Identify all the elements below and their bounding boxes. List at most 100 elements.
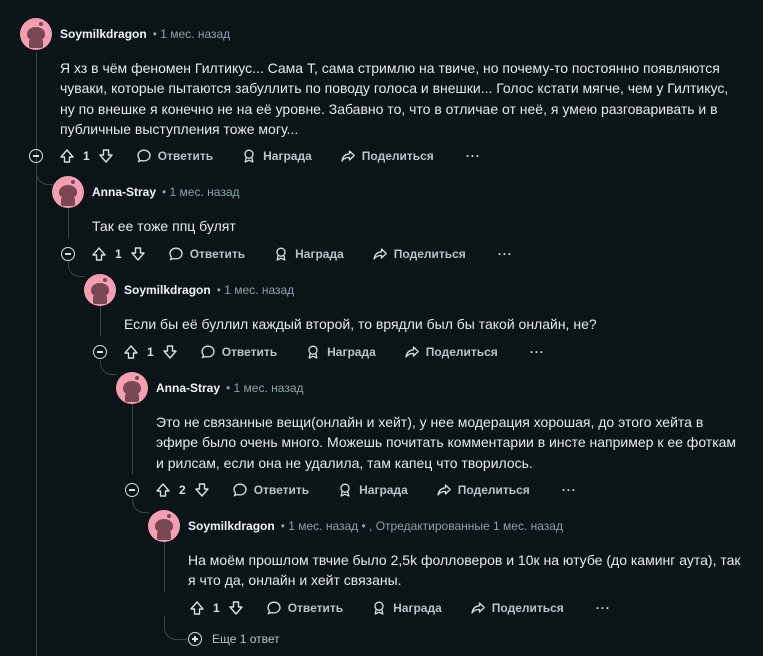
- reply-label: Ответить: [287, 601, 344, 615]
- comment-header: Soymilkdragon • 1 мес. назад: [84, 274, 597, 306]
- award-label: Награда: [393, 601, 442, 615]
- more-options-icon[interactable]: ···: [562, 483, 577, 497]
- award-label: Награда: [359, 483, 408, 497]
- award-label: Награда: [327, 345, 376, 359]
- more-options-icon[interactable]: ···: [466, 149, 481, 163]
- author-name[interactable]: Anna-Stray: [92, 185, 156, 199]
- more-options-icon[interactable]: ···: [596, 601, 611, 615]
- share-label: Поделиться: [361, 149, 434, 163]
- award-button[interactable]: Награда: [273, 246, 344, 262]
- comment-timestamp: • 1 мес. назад: [152, 27, 231, 41]
- more-options-icon[interactable]: ···: [498, 247, 513, 261]
- downvote-icon[interactable]: [162, 344, 178, 360]
- chat-bubble-icon: [169, 247, 183, 261]
- award-button[interactable]: Награда: [337, 482, 408, 498]
- reply-button[interactable]: Ответить: [168, 246, 245, 262]
- vote-controls: 1: [189, 600, 244, 616]
- avatar[interactable]: [52, 176, 84, 208]
- award-icon: [276, 247, 286, 261]
- share-button[interactable]: Поделиться: [470, 600, 564, 616]
- upvote-icon[interactable]: [189, 600, 205, 616]
- comment-timestamp: • 1 мес. назад: [226, 381, 304, 395]
- comment-3: Soymilkdragon • 1 мес. назад Если бы её …: [84, 274, 597, 334]
- vote-count: 1: [83, 149, 90, 163]
- thread-elbow-2: [36, 170, 53, 185]
- vote-count: 1: [115, 247, 122, 261]
- comment-2: Anna-Stray • 1 мес. назад Так ее тоже пп…: [52, 176, 240, 236]
- comment-header: Soymilkdragon • 1 мес. назад • , Отредак…: [148, 510, 741, 542]
- collapse-icon[interactable]: [125, 483, 139, 497]
- comment-body: Так ее тоже ппц булят: [92, 218, 236, 234]
- avatar[interactable]: [148, 510, 180, 542]
- share-icon: [405, 346, 419, 358]
- chat-bubble-icon: [233, 483, 247, 497]
- share-icon: [341, 150, 355, 162]
- comment-body: На моём прошлом твчие было 2,5k фолловер…: [188, 552, 741, 589]
- upvote-icon[interactable]: [123, 344, 139, 360]
- share-label: Поделиться: [425, 345, 498, 359]
- comment-5: Soymilkdragon • 1 мес. назад • , Отредак…: [148, 510, 741, 591]
- share-label: Поделиться: [491, 601, 564, 615]
- comment-body: Это не связанные вещи(онлайн и хейт), у …: [156, 414, 737, 471]
- vote-count: 1: [147, 345, 154, 359]
- award-icon: [308, 345, 318, 359]
- comment-body: Я хз в чём феномен Гилтикус... Сама Т, с…: [60, 60, 729, 138]
- more-replies-button[interactable]: Еще 1 ответ: [188, 632, 280, 646]
- thread-elbow-more: [164, 616, 187, 640]
- author-name[interactable]: Soymilkdragon: [60, 27, 147, 41]
- downvote-icon[interactable]: [194, 482, 210, 498]
- comment-header: Anna-Stray • 1 мес. назад: [116, 372, 736, 404]
- downvote-icon[interactable]: [98, 148, 114, 164]
- share-button[interactable]: Поделиться: [340, 148, 434, 164]
- comment-timestamp: • 1 мес. назад • , Отредактированные 1 м…: [280, 519, 563, 533]
- award-icon: [340, 483, 350, 497]
- vote-controls: 1: [59, 148, 114, 164]
- avatar[interactable]: [116, 372, 148, 404]
- downvote-icon[interactable]: [228, 600, 244, 616]
- share-label: Поделиться: [393, 247, 466, 261]
- avatar[interactable]: [20, 18, 52, 50]
- award-label: Награда: [295, 247, 344, 261]
- share-button[interactable]: Поделиться: [404, 344, 498, 360]
- downvote-icon[interactable]: [130, 246, 146, 262]
- comment-actions-5: 1 Ответить Награда Поделиться ···: [189, 592, 611, 624]
- collapse-icon[interactable]: [29, 149, 43, 163]
- reply-button[interactable]: Ответить: [136, 148, 213, 164]
- author-name[interactable]: Soymilkdragon: [124, 283, 211, 297]
- award-button[interactable]: Награда: [371, 600, 442, 616]
- award-button[interactable]: Награда: [241, 148, 312, 164]
- comment-1: Soymilkdragon • 1 мес. назад Я хз в чём …: [20, 18, 728, 140]
- award-label: Награда: [263, 149, 312, 163]
- avatar[interactable]: [84, 274, 116, 306]
- chat-bubble-icon: [201, 345, 215, 359]
- upvote-icon[interactable]: [155, 482, 171, 498]
- comment-body: Если бы её буллил каждый второй, то вряд…: [124, 316, 597, 332]
- comment-actions-1: 1 Ответить Награда Поделиться ···: [29, 140, 481, 172]
- reply-label: Ответить: [157, 149, 214, 163]
- collapse-icon[interactable]: [61, 247, 75, 261]
- comment-4: Anna-Stray • 1 мес. назад Это не связанн…: [116, 372, 736, 473]
- more-replies-label: Еще 1 ответ: [212, 632, 280, 646]
- share-button[interactable]: Поделиться: [436, 482, 530, 498]
- comment-thread: Soymilkdragon • 1 мес. назад Я хз в чём …: [0, 0, 763, 656]
- share-button[interactable]: Поделиться: [372, 246, 466, 262]
- chat-bubble-icon: [267, 601, 281, 615]
- reply-label: Ответить: [221, 345, 278, 359]
- comment-timestamp: • 1 мес. назад: [216, 283, 295, 297]
- reply-label: Ответить: [189, 247, 246, 261]
- award-button[interactable]: Награда: [305, 344, 376, 360]
- upvote-icon[interactable]: [59, 148, 75, 164]
- share-label: Поделиться: [457, 483, 530, 497]
- author-name[interactable]: Anna-Stray: [156, 381, 220, 395]
- upvote-icon[interactable]: [91, 246, 107, 262]
- reply-button[interactable]: Ответить: [232, 482, 309, 498]
- vote-controls: 2: [155, 482, 210, 498]
- share-icon: [471, 602, 485, 614]
- author-name[interactable]: Soymilkdragon: [188, 519, 275, 533]
- comment-header: Anna-Stray • 1 мес. назад: [52, 176, 240, 208]
- more-options-icon[interactable]: ···: [530, 345, 545, 359]
- reply-button[interactable]: Ответить: [200, 344, 277, 360]
- share-icon: [373, 248, 387, 260]
- collapse-icon[interactable]: [93, 345, 107, 359]
- reply-button[interactable]: Ответить: [266, 600, 343, 616]
